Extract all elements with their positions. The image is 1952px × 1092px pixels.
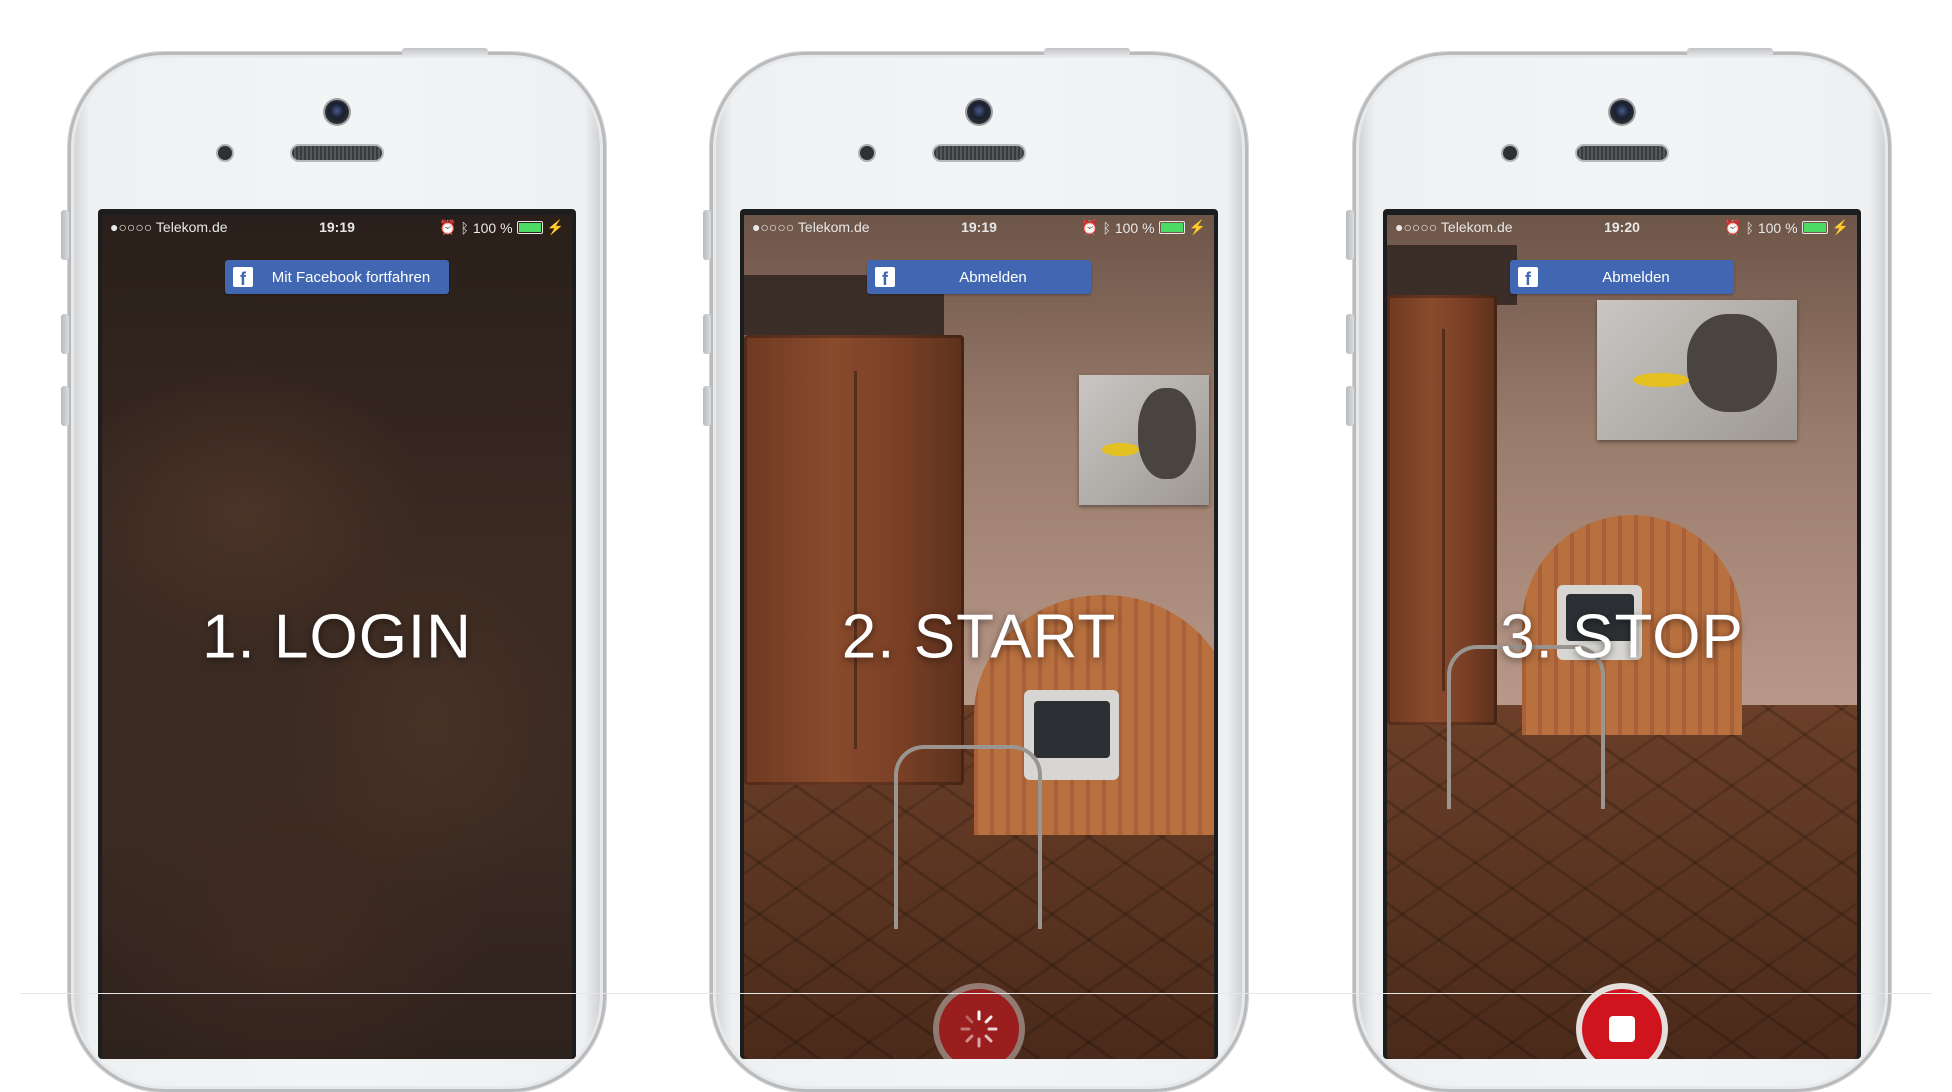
earpiece-speaker <box>1577 146 1667 160</box>
volume-up-button <box>61 314 69 354</box>
phone-mockup-stop: ●○○○○ Telekom.de 19:20 ⏰ ᛒ 100 % ⚡ f Abm… <box>1346 48 1891 1092</box>
stop-recording-button[interactable] <box>1582 989 1662 1059</box>
facebook-button-label: Abmelden <box>959 268 1027 286</box>
bluetooth-icon: ᛒ <box>1102 219 1111 236</box>
carrier-label: ●○○○○ Telekom.de <box>1395 219 1513 235</box>
battery-percent: 100 % <box>1114 219 1155 236</box>
phone-screen: ●○○○○ Telekom.de 19:19 ⏰ ᛒ 100 % ⚡ f Mit… <box>98 209 576 1059</box>
proximity-sensor <box>1503 146 1517 160</box>
wall-poster <box>1079 375 1209 505</box>
alarm-icon: ⏰ <box>439 219 457 235</box>
facebook-f-icon: f <box>1518 267 1538 287</box>
phone-screen: ●○○○○ Telekom.de 19:20 ⏰ ᛒ 100 % ⚡ f Abm… <box>1383 209 1861 1059</box>
facebook-logout-button[interactable]: f Abmelden <box>1510 260 1734 294</box>
battery-icon <box>1158 221 1185 234</box>
facebook-f-icon: f <box>875 267 895 287</box>
carrier-label: ●○○○○ Telekom.de <box>110 219 228 235</box>
phone-mockup-start: ●○○○○ Telekom.de 19:19 ⏰ ᛒ 100 % ⚡ f Abm… <box>703 48 1248 1092</box>
facebook-login-button[interactable]: f Mit Facebook fortfahren <box>225 260 449 294</box>
status-right: ⏰ ᛒ 100 % ⚡ <box>439 219 564 236</box>
step-label: 3. STOP <box>1500 602 1744 672</box>
status-time: 19:19 <box>961 219 997 235</box>
facebook-f-icon: f <box>233 267 253 287</box>
app-display: ●○○○○ Telekom.de 19:19 ⏰ ᛒ 100 % ⚡ f Abm… <box>744 215 1214 1059</box>
power-button <box>402 48 488 56</box>
charging-bolt-icon: ⚡ <box>1188 219 1206 235</box>
record-button-loading[interactable] <box>939 989 1019 1059</box>
status-bar: ●○○○○ Telekom.de 19:19 ⏰ ᛒ 100 % ⚡ <box>744 215 1214 237</box>
status-time: 19:20 <box>1604 219 1640 235</box>
chair <box>894 745 1042 929</box>
charging-bolt-icon: ⚡ <box>546 219 564 235</box>
earpiece-speaker <box>292 146 382 160</box>
charging-bolt-icon: ⚡ <box>1831 219 1849 235</box>
battery-icon <box>516 221 543 234</box>
stop-icon <box>1609 1016 1635 1042</box>
step-label: 2. START <box>841 602 1117 672</box>
status-time: 19:19 <box>319 219 355 235</box>
step-label: 1. LOGIN <box>202 602 472 672</box>
bluetooth-icon: ᛒ <box>460 219 469 236</box>
facebook-logout-button[interactable]: f Abmelden <box>867 260 1091 294</box>
front-camera <box>325 100 349 124</box>
app-display: ●○○○○ Telekom.de 19:20 ⏰ ᛒ 100 % ⚡ f Abm… <box>1387 215 1857 1059</box>
battery-percent: 100 % <box>1757 219 1798 236</box>
facebook-button-label: Mit Facebook fortfahren <box>271 268 431 286</box>
front-camera <box>1610 100 1634 124</box>
volume-up-button <box>1346 314 1354 354</box>
status-bar: ●○○○○ Telekom.de 19:20 ⏰ ᛒ 100 % ⚡ <box>1387 215 1857 237</box>
facebook-button-label: Abmelden <box>1602 268 1670 286</box>
mute-switch <box>61 210 69 260</box>
volume-up-button <box>703 314 711 354</box>
spinner-icon <box>960 1010 998 1048</box>
wardrobe <box>744 335 964 785</box>
carrier-label: ●○○○○ Telekom.de <box>752 219 870 235</box>
alarm-icon: ⏰ <box>1724 219 1742 235</box>
power-button <box>1687 48 1773 56</box>
wall-poster <box>1597 300 1797 440</box>
volume-down-button <box>1346 386 1354 426</box>
status-right: ⏰ ᛒ 100 % ⚡ <box>1724 219 1849 236</box>
phone-screen: ●○○○○ Telekom.de 19:19 ⏰ ᛒ 100 % ⚡ f Abm… <box>740 209 1218 1059</box>
proximity-sensor <box>860 146 874 160</box>
status-bar: ●○○○○ Telekom.de 19:19 ⏰ ᛒ 100 % ⚡ <box>102 215 572 237</box>
front-camera <box>967 100 991 124</box>
phone-mockup-login: ●○○○○ Telekom.de 19:19 ⏰ ᛒ 100 % ⚡ f Mit… <box>61 48 606 1092</box>
mute-switch <box>703 210 711 260</box>
bottom-divider <box>20 993 1932 994</box>
bluetooth-icon: ᛒ <box>1745 219 1754 236</box>
volume-down-button <box>61 386 69 426</box>
earpiece-speaker <box>934 146 1024 160</box>
status-right: ⏰ ᛒ 100 % ⚡ <box>1081 219 1206 236</box>
volume-down-button <box>703 386 711 426</box>
proximity-sensor <box>218 146 232 160</box>
battery-icon <box>1801 221 1828 234</box>
app-display: ●○○○○ Telekom.de 19:19 ⏰ ᛒ 100 % ⚡ f Mit… <box>102 215 572 1059</box>
alarm-icon: ⏰ <box>1081 219 1099 235</box>
power-button <box>1044 48 1130 56</box>
battery-percent: 100 % <box>472 219 513 236</box>
mute-switch <box>1346 210 1354 260</box>
